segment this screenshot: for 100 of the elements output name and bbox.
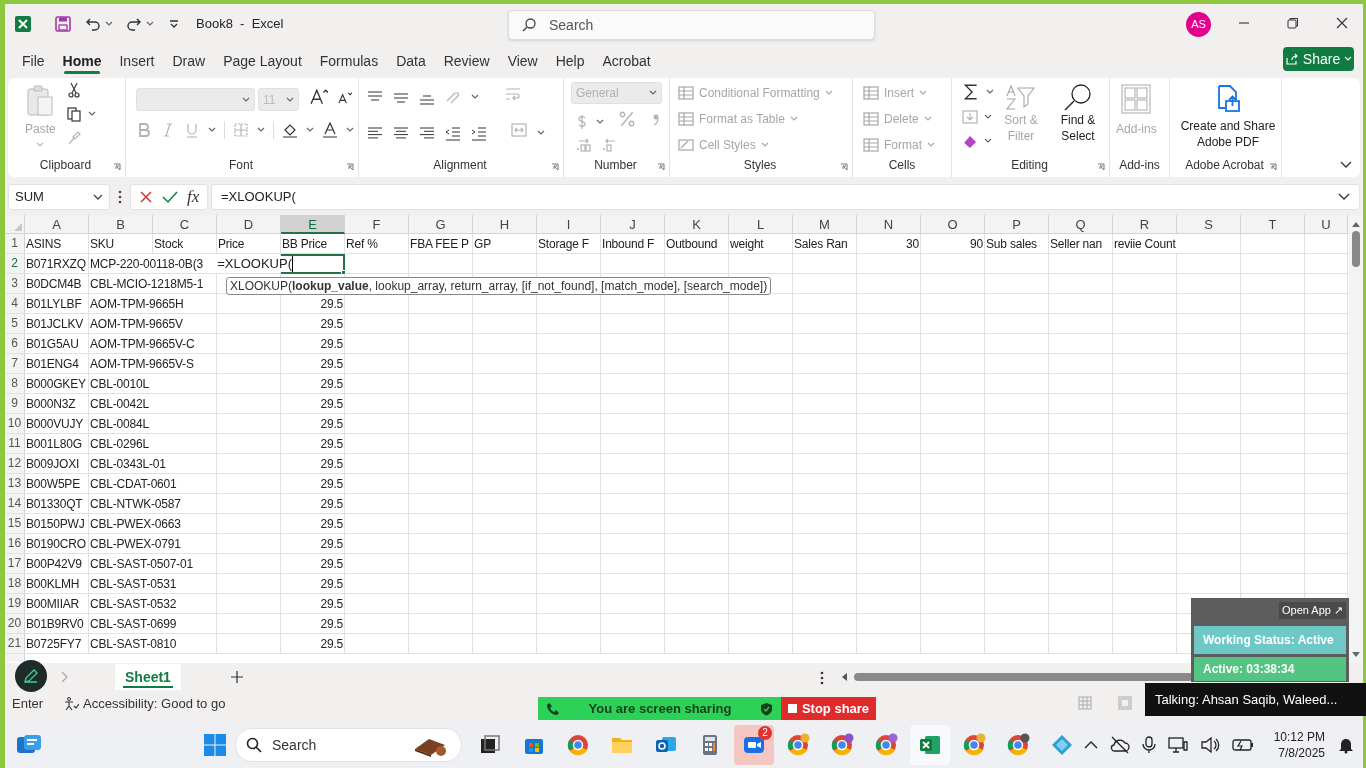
user-avatar[interactable]: AS — [1186, 12, 1211, 37]
dialog-launcher-icon[interactable] — [840, 163, 848, 171]
caret-icon[interactable] — [88, 111, 96, 117]
row-header[interactable]: 19 — [5, 594, 25, 613]
excel-logo-icon[interactable] — [14, 15, 32, 33]
cancel-icon[interactable] — [138, 190, 153, 204]
caret-icon[interactable] — [984, 114, 992, 120]
column-header[interactable]: G — [409, 215, 473, 234]
scroll-down-icon[interactable] — [1351, 651, 1361, 659]
add-sheet-icon[interactable] — [230, 671, 243, 683]
more-options-icon[interactable] — [820, 671, 824, 685]
caret-icon[interactable] — [105, 21, 113, 27]
caret-icon[interactable] — [471, 93, 479, 100]
row-header[interactable]: 9 — [5, 394, 25, 413]
row-header[interactable]: 18 — [5, 574, 25, 593]
caret-icon[interactable] — [984, 138, 992, 144]
ribbon-tab[interactable]: Data — [387, 46, 435, 76]
accessibility-icon[interactable] — [63, 695, 80, 712]
fill-color-icon[interactable] — [282, 122, 298, 138]
customize-toolbar-icon[interactable] — [168, 18, 180, 30]
caret-icon[interactable] — [146, 21, 154, 27]
column-header[interactable]: E — [281, 215, 345, 234]
formula-input[interactable]: =XLOOKUP( — [211, 184, 1360, 210]
row-header[interactable]: 6 — [5, 334, 25, 353]
open-app-button[interactable]: Open App ↗ — [1279, 602, 1346, 619]
column-header[interactable]: J — [601, 215, 665, 234]
dialog-launcher-icon[interactable] — [113, 163, 121, 171]
expand-formula-bar-icon[interactable] — [1338, 193, 1350, 201]
excel-icon[interactable] — [918, 733, 942, 757]
clock-date[interactable]: 7/8/2025 — [1278, 745, 1325, 761]
column-header[interactable]: U — [1305, 215, 1348, 234]
row-header[interactable]: 1 — [5, 234, 25, 253]
scroll-up-icon[interactable] — [1351, 220, 1361, 228]
row-header[interactable]: 16 — [5, 534, 25, 553]
enter-icon[interactable] — [161, 190, 178, 204]
font-color-icon[interactable] — [322, 122, 338, 138]
column-header[interactable]: O — [921, 215, 985, 234]
ribbon-tab[interactable]: Draw — [163, 46, 215, 76]
column-header[interactable]: I — [537, 215, 601, 234]
save-icon[interactable] — [54, 15, 72, 33]
scroll-thumb[interactable] — [854, 673, 1193, 681]
column-header[interactable]: R — [1113, 215, 1177, 234]
ribbon-tab[interactable]: View — [498, 46, 547, 76]
column-header[interactable]: N — [857, 215, 921, 234]
cut-icon[interactable] — [66, 82, 82, 98]
row-header[interactable]: 11 — [5, 434, 25, 453]
restore-icon[interactable] — [1287, 17, 1299, 29]
row-header[interactable]: 2 — [5, 254, 25, 273]
row-header[interactable]: 14 — [5, 494, 25, 513]
column-header[interactable]: A — [25, 215, 89, 234]
browser-icon[interactable] — [830, 733, 854, 757]
stop-share-button[interactable]: Stop share — [781, 697, 876, 720]
caret-icon[interactable] — [208, 127, 216, 133]
browser-icon[interactable] — [1006, 733, 1030, 757]
decrease-indent-icon[interactable] — [445, 124, 461, 141]
diamond-app-icon[interactable] — [1050, 733, 1074, 757]
row-header[interactable]: 4 — [5, 294, 25, 313]
ribbon-tab[interactable]: Home — [53, 46, 111, 76]
scroll-thumb[interactable] — [1352, 231, 1360, 267]
browser-icon[interactable] — [566, 733, 590, 757]
dialog-launcher-icon[interactable] — [551, 163, 559, 171]
column-header[interactable]: F — [345, 215, 409, 234]
column-header[interactable]: T — [1241, 215, 1305, 234]
row-header[interactable]: 10 — [5, 414, 25, 433]
sheet-tab[interactable]: Sheet1 — [115, 664, 181, 690]
taskbar-search[interactable]: Search — [235, 728, 462, 762]
column-header[interactable]: H — [473, 215, 537, 234]
caret-icon[interactable] — [346, 127, 354, 133]
row-header[interactable]: 5 — [5, 314, 25, 333]
center-icon[interactable] — [393, 124, 409, 141]
microphone-icon[interactable] — [1141, 736, 1156, 754]
caret-icon[interactable] — [306, 127, 314, 133]
row-header[interactable]: 13 — [5, 474, 25, 493]
align-right-icon[interactable] — [419, 124, 435, 141]
row-header[interactable]: 21 — [5, 634, 25, 653]
create-pdf-button[interactable]: Create and Share Adobe PDF — [1174, 84, 1282, 150]
row-header[interactable]: 7 — [5, 354, 25, 373]
caret-icon[interactable] — [257, 127, 265, 133]
column-header[interactable]: B — [89, 215, 153, 234]
cloud-offline-icon[interactable] — [1109, 736, 1130, 754]
ribbon-tab[interactable]: Review — [434, 46, 499, 76]
clock-time[interactable]: 10:12 PM — [1273, 729, 1325, 745]
share-button[interactable]: Share — [1283, 47, 1354, 71]
row-header[interactable]: 15 — [5, 514, 25, 533]
find-select-button[interactable]: Find & Select — [1052, 82, 1104, 144]
align-left-icon[interactable] — [367, 124, 383, 141]
display-icon[interactable] — [1167, 736, 1188, 754]
column-header[interactable]: P — [985, 215, 1049, 234]
widgets-icon[interactable] — [16, 734, 42, 756]
insert-function-button[interactable]: fx — [187, 187, 200, 207]
column-header[interactable]: S — [1177, 215, 1241, 234]
start-icon[interactable] — [203, 733, 227, 757]
dialog-launcher-icon[interactable] — [1097, 163, 1105, 171]
column-header[interactable]: M — [793, 215, 857, 234]
battery-icon[interactable] — [1231, 738, 1254, 752]
dialog-launcher-icon[interactable] — [346, 163, 354, 171]
search-field[interactable]: Search — [508, 10, 875, 40]
ribbon-tab[interactable]: Acrobat — [593, 46, 660, 76]
caret-icon[interactable] — [596, 118, 604, 125]
name-box[interactable]: SUM — [8, 184, 110, 210]
